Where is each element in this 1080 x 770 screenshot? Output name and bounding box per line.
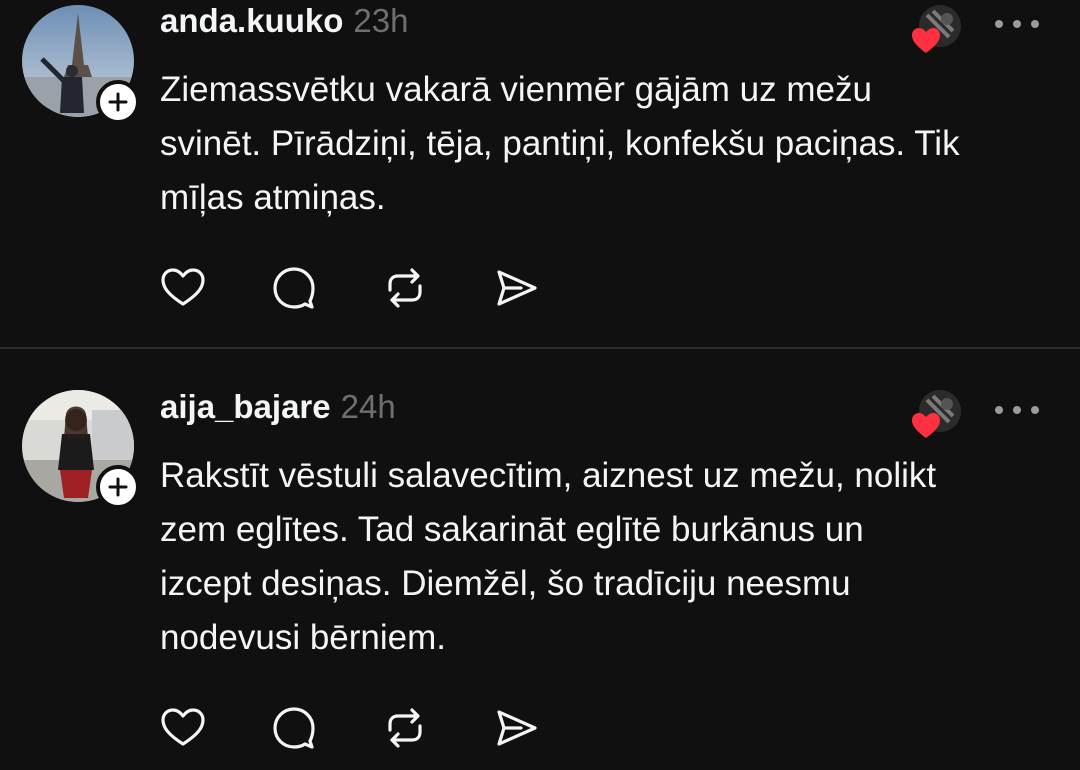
heart-icon [912,28,940,53]
post-text-line: nodevusi bērniem. [160,618,446,657]
share-button[interactable] [493,265,539,311]
post-text-line: Ziemassvētku vakarā vienmēr gājām uz mež… [160,70,872,109]
like-button[interactable] [160,265,206,311]
heart-icon [912,413,940,438]
repost-icon [388,708,422,748]
username[interactable]: anda.kuuko [160,2,343,40]
post: aija_bajare 24h Rakstīt vēstuli salavecī… [0,350,1080,770]
reply-button[interactable] [271,265,317,311]
comment-icon [273,707,315,749]
username[interactable]: aija_bajare [160,388,331,426]
post-actions [160,265,539,311]
timestamp: 23h [353,2,409,39]
thread-feed: anda.kuuko 23h Ziemassvētku vakarā vienm… [0,0,1080,770]
liked-by-indicator[interactable] [912,5,961,53]
more-icon [995,20,1003,28]
like-button[interactable] [160,705,206,751]
comment-icon [273,267,315,309]
timestamp: 24h [340,388,396,425]
share-icon [497,710,537,746]
repost-button[interactable] [382,705,428,751]
more-icon [995,406,1003,414]
plus-icon [108,92,128,112]
post-text-line: svinēt. Pīrādziņi, tēja, pantiņi, konfek… [160,124,960,163]
post-text: Ziemassvētku vakarā vienmēr gājām uz mež… [160,63,1060,225]
post-text-line: izcept desiņas. Diemžēl, šo tradīciju ne… [160,564,851,603]
reply-button[interactable] [271,705,317,751]
post-divider [0,347,1080,349]
follow-button[interactable] [96,465,140,509]
share-button[interactable] [493,705,539,751]
repost-button[interactable] [382,265,428,311]
plus-icon [108,477,128,497]
post-text-line: Rakstīt vēstuli salavecītim, aiznest uz … [160,456,937,495]
post: anda.kuuko 23h Ziemassvētku vakarā vienm… [0,0,1080,348]
post-text: Rakstīt vēstuli salavecītim, aiznest uz … [160,449,1060,665]
heart-icon [161,268,205,306]
liked-by-indicator[interactable] [912,390,961,438]
follow-button[interactable] [96,80,140,124]
post-text-line: mīļas atmiņas. [160,178,386,217]
post-header: aija_bajare 24h [160,388,396,432]
more-options-button[interactable] [995,14,1039,34]
post-actions [160,705,539,751]
more-options-button[interactable] [995,400,1039,420]
post-text-line: zem eglītes. Tad sakarināt eglītē burkān… [160,510,864,549]
repost-icon [388,268,422,308]
share-icon [497,270,537,306]
heart-icon [161,708,205,746]
post-header: anda.kuuko 23h [160,2,408,46]
